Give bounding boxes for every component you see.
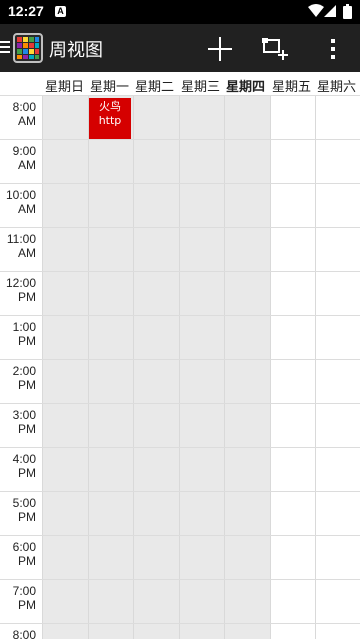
battery-icon [343, 4, 352, 19]
time-label: 8:00 [12, 628, 36, 642]
day-header-thu[interactable]: 星期四 [223, 76, 268, 95]
overflow-menu-icon[interactable] [320, 36, 346, 62]
status-bar: 12:27 A [0, 0, 360, 24]
day-column-wed[interactable] [179, 96, 224, 639]
day-header-wed[interactable]: 星期三 [178, 76, 223, 95]
day-header-mon[interactable]: 星期一 [87, 76, 132, 95]
calendar-event[interactable]: 火鸟 http [89, 98, 131, 139]
day-column-mon[interactable] [88, 96, 133, 639]
time-label: 8:00 AM [12, 100, 36, 128]
time-label: 2:00 PM [12, 364, 36, 392]
hour-divider [0, 139, 360, 140]
time-label: 9:00 AM [12, 144, 36, 172]
day-column-thu[interactable] [224, 96, 270, 639]
day-column-tue[interactable] [133, 96, 179, 639]
day-header-tue[interactable]: 星期二 [132, 76, 177, 95]
time-label: 7:00 PM [12, 584, 36, 612]
hour-divider [0, 271, 360, 272]
hour-divider [0, 447, 360, 448]
hour-divider [0, 183, 360, 184]
time-label: 12:00 PM [5, 276, 36, 304]
day-header-sat[interactable]: 星期六 [314, 76, 359, 95]
page-title: 周视图 [49, 40, 103, 61]
weekday-header: 星期日 星期一 星期二 星期三 星期四 星期五 星期六 [0, 72, 360, 96]
app-logo-icon[interactable] [13, 33, 43, 63]
event-title: 火鸟 [99, 100, 121, 113]
time-label: 6:00 PM [12, 540, 36, 568]
hour-divider [0, 403, 360, 404]
menu-icon[interactable] [0, 38, 10, 58]
hour-divider [0, 491, 360, 492]
time-label: 1:00 PM [12, 320, 36, 348]
app-toolbar: 周视图 [0, 24, 360, 72]
event-location: http [98, 114, 122, 127]
add-task-icon[interactable] [262, 36, 288, 62]
day-column-fri[interactable] [270, 96, 315, 639]
add-event-button[interactable] [207, 36, 233, 62]
hour-divider [0, 535, 360, 536]
day-column-sat[interactable] [315, 96, 360, 639]
status-time: 12:27 [8, 3, 44, 19]
day-header-fri[interactable]: 星期五 [269, 76, 314, 95]
hour-divider [0, 359, 360, 360]
time-label: 3:00 PM [12, 408, 36, 436]
time-label: 4:00 PM [12, 452, 36, 480]
time-label: 11:00 AM [6, 232, 36, 260]
time-label: 10:00 AM [5, 188, 36, 216]
notification-icon: A [55, 6, 66, 17]
hour-divider [0, 623, 360, 624]
wifi-icon [308, 4, 324, 17]
cellular-icon [324, 5, 336, 17]
week-grid: 8:00 AM 9:00 AM 10:00 AM 11:00 AM 12:00 PM 1:… [0, 96, 360, 642]
hour-divider [0, 227, 360, 228]
hour-divider [0, 315, 360, 316]
day-column-sun[interactable] [42, 96, 88, 639]
hour-divider [0, 579, 360, 580]
day-header-sun[interactable]: 星期日 [42, 76, 87, 95]
time-label: 5:00 PM [12, 496, 36, 524]
